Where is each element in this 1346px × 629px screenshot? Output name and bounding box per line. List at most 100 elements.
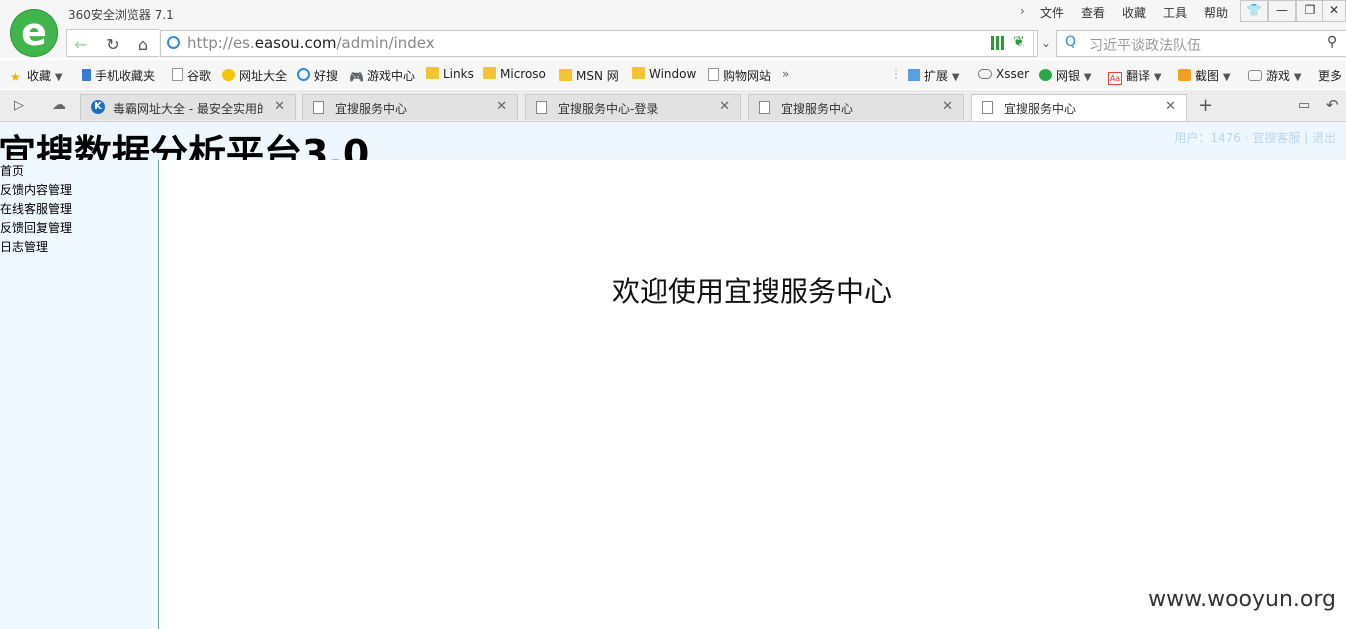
cloud-icon[interactable]: ☁ bbox=[52, 97, 66, 113]
chevron-down-icon[interactable]: ▼ bbox=[1154, 72, 1162, 83]
tab-list-icon[interactable]: ▭ bbox=[1298, 98, 1310, 113]
extension-icon bbox=[908, 69, 920, 81]
tab-title: 宜搜服务中心-登录 bbox=[558, 102, 659, 116]
chevron-down-icon[interactable]: ▼ bbox=[1223, 72, 1231, 83]
toolbar-screenshot[interactable]: 截图 ▼ bbox=[1178, 67, 1231, 84]
phone-icon bbox=[82, 69, 91, 81]
toolbar-more[interactable]: 更多 bbox=[1318, 67, 1342, 84]
toolbar-label: 翻译 bbox=[1126, 69, 1151, 83]
tab-title: 宜搜服务中心 bbox=[335, 102, 408, 116]
tab-duba[interactable]: K 毒霸网址大全 - 最安全实用的网 ✕ bbox=[80, 94, 296, 120]
bookmark-links[interactable]: Links bbox=[426, 67, 474, 81]
toolbar-bank[interactable]: 网银 ▼ bbox=[1039, 67, 1092, 84]
bookmark-msn[interactable]: MSN 网 bbox=[559, 67, 619, 84]
nav-buttons: ← ↻ ⌂ bbox=[66, 29, 159, 57]
compat-mode-icon[interactable]: ❦ bbox=[1013, 34, 1025, 50]
page-icon bbox=[759, 101, 770, 114]
bookmark-microsoft[interactable]: Microso bbox=[483, 67, 546, 81]
close-icon[interactable]: ✕ bbox=[274, 99, 285, 114]
title-bar: 360安全浏览器 7.1 › 文件 查看 收藏 工具 帮助 👕 — ❐ ✕ bbox=[0, 0, 1346, 28]
nav-feedback-content[interactable]: 反馈内容管理 bbox=[0, 181, 72, 198]
menu-view[interactable]: 查看 bbox=[1081, 4, 1105, 21]
page-icon bbox=[172, 68, 183, 81]
close-button[interactable]: ✕ bbox=[1322, 0, 1346, 22]
menu-tools[interactable]: 工具 bbox=[1163, 4, 1187, 21]
toolbar-label: 截图 bbox=[1195, 69, 1220, 83]
close-icon[interactable]: ✕ bbox=[719, 99, 730, 114]
watermark: www.wooyun.org bbox=[1148, 587, 1336, 612]
bookmarks-bar: ★ 收藏 ▼ 手机收藏夹 谷歌 网址大全 好搜 🎮 游戏中心 Links Micro… bbox=[0, 60, 1346, 89]
chevron-down-icon[interactable]: ▼ bbox=[1294, 72, 1302, 83]
maximize-button[interactable]: ❐ bbox=[1296, 0, 1324, 22]
nav-home[interactable]: 首页 bbox=[0, 162, 24, 179]
browser-logo-icon[interactable]: e bbox=[10, 9, 58, 57]
nav-logs[interactable]: 日志管理 bbox=[0, 238, 48, 255]
nav-online-service[interactable]: 在线客服管理 bbox=[0, 200, 72, 217]
bookmark-windows[interactable]: Window bbox=[632, 67, 696, 81]
menu-file[interactable]: 文件 bbox=[1040, 4, 1064, 21]
bookmark-label: 网址大全 bbox=[239, 69, 288, 83]
tab-easou-login[interactable]: 宜搜服务中心-登录 ✕ bbox=[525, 94, 741, 120]
bookmark-hao[interactable]: 网址大全 bbox=[222, 67, 287, 84]
url-field[interactable]: http://es.easou.com/admin/index ❦ ⌄ bbox=[160, 30, 1051, 57]
logo-letter: e bbox=[21, 10, 47, 54]
k-site-icon: K bbox=[91, 100, 105, 114]
skin-icon[interactable]: 👕 bbox=[1240, 0, 1268, 22]
refresh-icon[interactable]: ↻ bbox=[101, 33, 125, 57]
shield-icon bbox=[1039, 69, 1052, 81]
menu-favorites[interactable]: 收藏 bbox=[1122, 4, 1146, 21]
qrcode-icon[interactable] bbox=[991, 36, 1005, 50]
site-title: 宜搜数据分析平台3.0 bbox=[0, 132, 370, 160]
minimize-button[interactable]: — bbox=[1268, 0, 1296, 22]
site-globe-icon bbox=[167, 36, 180, 49]
close-icon[interactable]: ✕ bbox=[942, 99, 953, 114]
search-icon[interactable]: ⚲ bbox=[1327, 34, 1337, 50]
bookmark-shopping[interactable]: 购物网站 bbox=[708, 67, 771, 84]
bookmark-google[interactable]: 谷歌 bbox=[172, 67, 211, 84]
user-info[interactable]: 用户：1476 · 宜搜客服 | 退出 bbox=[1174, 129, 1336, 146]
url-text[interactable]: http://es.easou.com/admin/index bbox=[187, 34, 435, 52]
cloud-icon bbox=[978, 69, 992, 79]
search-input[interactable]: 习近平谈政法队伍 bbox=[1089, 35, 1201, 55]
nav-feedback-reply[interactable]: 反馈回复管理 bbox=[0, 219, 72, 236]
chevron-down-icon[interactable]: ▼ bbox=[55, 72, 63, 83]
chevron-down-icon[interactable]: ▼ bbox=[952, 72, 960, 83]
more-bookmarks-icon[interactable]: » bbox=[782, 67, 789, 81]
sidebar-toggle-icon[interactable]: ▷ bbox=[14, 98, 24, 113]
toolbar-translate[interactable]: Aa 翻译 ▼ bbox=[1108, 67, 1162, 85]
toolbar-label: 网银 bbox=[1056, 69, 1081, 83]
close-icon[interactable]: ✕ bbox=[496, 99, 507, 114]
search-box[interactable]: Q 习近平谈政法队伍 ⚲ bbox=[1056, 30, 1346, 57]
bookmark-mobile[interactable]: 手机收藏夹 bbox=[82, 67, 155, 84]
toolbar-games[interactable]: 游戏 ▼ bbox=[1248, 67, 1302, 84]
bookmark-label: MSN 网 bbox=[576, 69, 619, 83]
chevron-down-icon[interactable]: ▼ bbox=[1084, 72, 1092, 83]
chevron-down-icon[interactable]: ⌄ bbox=[1033, 31, 1058, 56]
bookmark-favorites[interactable]: ★ 收藏 ▼ bbox=[10, 67, 63, 84]
toolbar-label: 扩展 bbox=[924, 69, 949, 83]
gamepad-icon: 🎮 bbox=[349, 70, 364, 84]
page-icon bbox=[313, 101, 324, 114]
bookmark-label: 收藏 bbox=[27, 69, 52, 83]
menu-help[interactable]: 帮助 bbox=[1204, 4, 1228, 21]
toolbar-extensions[interactable]: 扩展 ▼ bbox=[908, 67, 960, 84]
bookmark-games[interactable]: 🎮 游戏中心 bbox=[349, 67, 415, 84]
new-tab-icon[interactable]: + bbox=[1198, 95, 1213, 116]
tab-easou-1[interactable]: 宜搜服务中心 ✕ bbox=[302, 94, 518, 120]
back-icon[interactable]: ← bbox=[69, 33, 93, 57]
undo-close-icon[interactable]: ↶ bbox=[1326, 96, 1339, 114]
bookmark-haosou[interactable]: 好搜 bbox=[297, 67, 338, 84]
bookmark-label: Microso bbox=[500, 67, 546, 81]
folder-icon bbox=[559, 69, 572, 81]
close-icon[interactable]: ✕ bbox=[1165, 99, 1176, 114]
tab-easou-active[interactable]: 宜搜服务中心 ✕ bbox=[971, 94, 1187, 121]
menu-chevron-icon[interactable]: › bbox=[1020, 4, 1025, 18]
toolbar-xsser[interactable]: Xsser bbox=[978, 67, 1029, 81]
url-domain: easou.com bbox=[254, 34, 337, 52]
home-icon[interactable]: ⌂ bbox=[131, 33, 155, 57]
folder-icon bbox=[483, 67, 496, 79]
tab-easou-2[interactable]: 宜搜服务中心 ✕ bbox=[748, 94, 964, 120]
star-icon: ★ bbox=[10, 70, 21, 84]
search-engine-icon[interactable]: Q bbox=[1065, 34, 1076, 50]
tab-strip: ▷ ☁ K 毒霸网址大全 - 最安全实用的网 ✕ 宜搜服务中心 ✕ 宜搜服务中心… bbox=[0, 90, 1346, 122]
